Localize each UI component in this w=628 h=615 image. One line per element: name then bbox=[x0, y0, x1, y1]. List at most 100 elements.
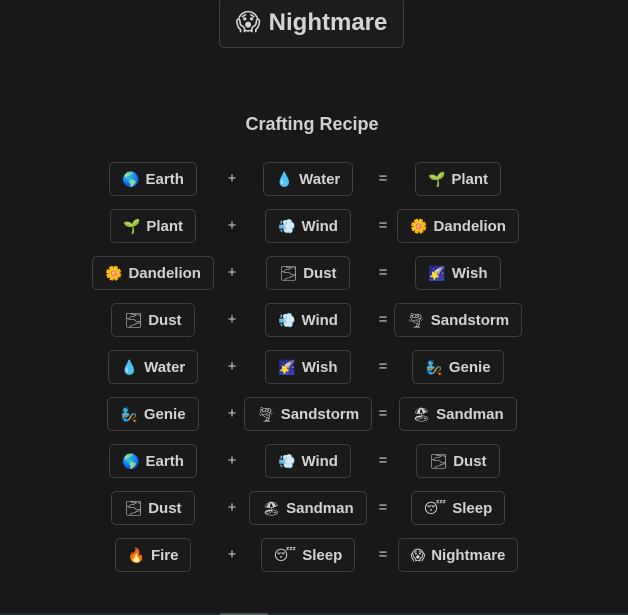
ingredient-b[interactable]: 😴 Sleep bbox=[260, 538, 356, 572]
earth-icon: 🌎 bbox=[122, 453, 140, 469]
genie-icon: 🧞 bbox=[425, 359, 443, 375]
ingredient-b-label: Sandstorm bbox=[280, 405, 360, 423]
plus-sign: + bbox=[227, 311, 237, 328]
beach-umbrella-icon: 🏖 bbox=[262, 500, 281, 516]
flower-icon: 🌼 bbox=[105, 265, 123, 281]
recipe-output[interactable]: 🌱 Plant bbox=[414, 162, 502, 196]
ingredient-a[interactable]: 🌎 Earth bbox=[109, 162, 197, 196]
fog-icon: 🌫 bbox=[124, 312, 143, 328]
flower-icon: 🌼 bbox=[410, 218, 428, 234]
scream-face-icon: 😱 bbox=[410, 547, 426, 563]
scream-face-icon: 😱 bbox=[235, 9, 261, 36]
recipe-output[interactable]: 🌠 Wish bbox=[415, 256, 501, 290]
equals-sign: = bbox=[378, 499, 388, 516]
recipe-output-label: Genie bbox=[448, 358, 491, 376]
earth-icon: 🌎 bbox=[122, 171, 140, 187]
recipe-row: 🌎 Earth + 💧 Water = 🌱 Plant bbox=[0, 161, 628, 208]
beach-umbrella-icon: 🏖 bbox=[412, 406, 431, 422]
equals-sign: = bbox=[378, 264, 388, 281]
ingredient-a-label: Earth bbox=[145, 170, 184, 188]
ingredient-b-label: Wind bbox=[301, 452, 338, 470]
ingredient-a[interactable]: 🌫 Dust bbox=[111, 303, 195, 337]
ingredient-a-label: Genie bbox=[143, 405, 186, 423]
equals-sign: = bbox=[378, 405, 388, 422]
fog-icon: 🌫 bbox=[124, 500, 143, 516]
plus-sign: + bbox=[227, 170, 237, 187]
ingredient-b-label: Sandman bbox=[286, 499, 354, 517]
recipe-output-label: Dust bbox=[453, 452, 487, 470]
shooting-star-icon: 🌠 bbox=[428, 265, 446, 281]
recipe-output-label: Wish bbox=[451, 264, 488, 282]
ingredient-a[interactable]: 🌱 Plant bbox=[109, 209, 197, 243]
recipe-output[interactable]: 🌫 Dust bbox=[416, 444, 500, 478]
recipe-row: 🌎 Earth + 💨 Wind = 🌫 Dust bbox=[0, 443, 628, 490]
equals-sign: = bbox=[378, 452, 388, 469]
ingredient-a-label: Dust bbox=[148, 311, 182, 329]
recipe-row: 🔥 Fire + 😴 Sleep = 😱 Nightmare bbox=[0, 537, 628, 584]
recipe-output-label: Nightmare bbox=[431, 546, 506, 564]
recipe-list: 🌎 Earth + 💧 Water = 🌱 Plant 🌱 Plant + 💨 Wind … bbox=[0, 161, 628, 584]
ingredient-b[interactable]: 🏖 Sandman bbox=[249, 491, 367, 525]
recipe-output[interactable]: 🧞 Genie bbox=[412, 350, 504, 384]
tornado-icon: 🌪 bbox=[256, 406, 275, 422]
ingredient-b-label: Wish bbox=[301, 358, 338, 376]
ingredient-b-label: Wind bbox=[301, 311, 338, 329]
recipe-row: 🌼 Dandelion + 🌫 Dust = 🌠 Wish bbox=[0, 255, 628, 302]
result-element[interactable]: 😱 Nightmare bbox=[219, 0, 404, 48]
recipe-output[interactable]: 😱 Nightmare bbox=[397, 538, 519, 572]
wind-icon: 💨 bbox=[278, 453, 296, 469]
shooting-star-icon: 🌠 bbox=[278, 359, 296, 375]
seedling-icon: 🌱 bbox=[427, 171, 446, 187]
recipe-title: Crafting Recipe bbox=[245, 114, 379, 134]
water-drop-icon: 💧 bbox=[275, 171, 294, 187]
ingredient-b[interactable]: 💨 Wind bbox=[265, 444, 351, 478]
ingredient-b-label: Water bbox=[299, 170, 341, 188]
ingredient-a-label: Earth bbox=[145, 452, 184, 470]
equals-sign: = bbox=[378, 311, 388, 328]
equals-sign: = bbox=[378, 170, 388, 187]
ingredient-b[interactable]: 🌪 Sandstorm bbox=[243, 397, 373, 431]
ingredient-a-label: Dust bbox=[148, 499, 182, 517]
recipe-output-label: Sleep bbox=[452, 499, 493, 517]
ingredient-b-label: Sleep bbox=[302, 546, 343, 564]
tornado-icon: 🌪 bbox=[406, 312, 425, 328]
equals-sign: = bbox=[378, 358, 388, 375]
ingredient-b[interactable]: 🌫 Dust bbox=[266, 256, 350, 290]
ingredient-a[interactable]: 💧 Water bbox=[107, 350, 199, 384]
recipe-row: 🧞 Genie + 🌪 Sandstorm = 🏖 Sandman bbox=[0, 396, 628, 443]
genie-icon: 🧞 bbox=[120, 406, 138, 422]
recipe-row: 🌫 Dust + 🏖 Sandman = 😴 Sleep bbox=[0, 490, 628, 537]
plus-sign: + bbox=[227, 217, 237, 234]
recipe-output[interactable]: 😴 Sleep bbox=[410, 491, 506, 525]
recipe-output[interactable]: 🏖 Sandman bbox=[399, 397, 517, 431]
ingredient-b[interactable]: 💧 Water bbox=[262, 162, 354, 196]
ingredient-a[interactable]: 🌼 Dandelion bbox=[92, 256, 214, 290]
wind-icon: 💨 bbox=[278, 312, 296, 328]
plus-sign: + bbox=[227, 499, 237, 516]
fog-icon: 🌫 bbox=[429, 453, 448, 469]
equals-sign: = bbox=[378, 546, 388, 563]
ingredient-a[interactable]: 🔥 Fire bbox=[114, 538, 192, 572]
ingredient-b[interactable]: 🌠 Wish bbox=[265, 350, 351, 384]
recipe-row: 💧 Water + 🌠 Wish = 🧞 Genie bbox=[0, 349, 628, 396]
ingredient-a-label: Fire bbox=[150, 546, 179, 564]
ingredient-a[interactable]: 🌎 Earth bbox=[109, 444, 197, 478]
equals-sign: = bbox=[378, 217, 388, 234]
recipe-output[interactable]: 🌼 Dandelion bbox=[397, 209, 519, 243]
wind-icon: 💨 bbox=[278, 218, 296, 234]
plus-sign: + bbox=[227, 452, 237, 469]
ingredient-a[interactable]: 🌫 Dust bbox=[111, 491, 195, 525]
recipe-output-label: Plant bbox=[451, 170, 489, 188]
ingredient-b[interactable]: 💨 Wind bbox=[265, 303, 351, 337]
water-drop-icon: 💧 bbox=[120, 359, 139, 375]
ingredient-a[interactable]: 🧞 Genie bbox=[107, 397, 199, 431]
ingredient-a-label: Water bbox=[144, 358, 186, 376]
recipe-output[interactable]: 🌪 Sandstorm bbox=[393, 303, 523, 337]
recipe-output-label: Sandman bbox=[436, 405, 504, 423]
recipe-row: 🌫 Dust + 💨 Wind = 🌪 Sandstorm bbox=[0, 302, 628, 349]
ingredient-b-label: Wind bbox=[301, 217, 338, 235]
ingredient-b[interactable]: 💨 Wind bbox=[265, 209, 351, 243]
plus-sign: + bbox=[227, 405, 237, 422]
ingredient-a-label: Dandelion bbox=[128, 264, 201, 282]
sleeping-face-icon: 😴 bbox=[273, 547, 297, 563]
